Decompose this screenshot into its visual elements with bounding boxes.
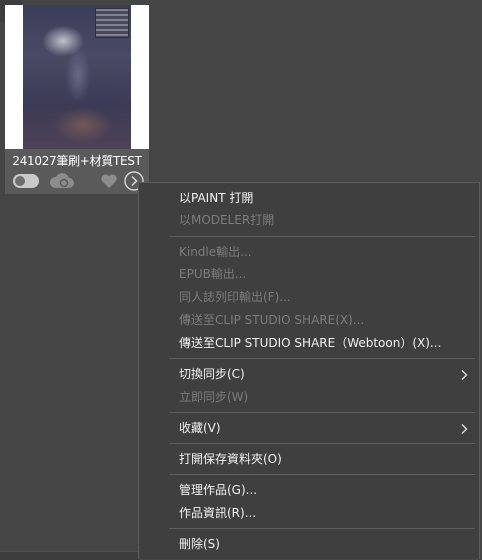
menu-item-sync-now[interactable]: 立即同步(W) xyxy=(179,387,248,407)
menu-item-doujinshi-print-export[interactable]: 同人誌列印輸出(F)... xyxy=(179,287,291,307)
cloud-sync-icon[interactable] xyxy=(47,171,77,191)
menu-item-manage-works[interactable]: 管理作品(G)... xyxy=(179,480,257,500)
chevron-right-icon xyxy=(461,370,468,380)
artwork-thumbnail xyxy=(23,5,131,149)
menu-item-send-to-share[interactable]: 傳送至CLIP STUDIO SHARE(X)... xyxy=(179,310,364,330)
menu-item-open-with-modeler[interactable]: 以MODELER打開 xyxy=(179,210,274,230)
menu-item-toggle-sync[interactable]: 切換同步(C) xyxy=(179,364,245,384)
menu-separator xyxy=(169,358,475,359)
menu-separator xyxy=(169,412,475,413)
heart-icon[interactable] xyxy=(100,172,118,190)
chevron-right-icon xyxy=(461,424,468,434)
menu-separator xyxy=(169,528,475,529)
menu-item-open-with-paint[interactable]: 以PAINT 打開 xyxy=(179,188,253,208)
artwork-title: 241027筆刷+材質TEST xyxy=(12,154,142,168)
menu-item-delete[interactable]: 刪除(S) xyxy=(179,534,220,554)
menu-item-open-save-folder[interactable]: 打開保存資料夾(O) xyxy=(179,449,282,469)
menu-separator xyxy=(169,474,475,475)
artwork-thumbnail-frame[interactable] xyxy=(5,5,149,149)
menu-item-epub-export[interactable]: EPUB輸出... xyxy=(179,264,246,284)
menu-item-kindle-export[interactable]: Kindle輸出... xyxy=(179,242,252,262)
menu-item-favorite[interactable]: 收藏(V) xyxy=(179,418,221,438)
menu-separator xyxy=(169,236,475,237)
thumbnail-reference-overlay xyxy=(95,8,129,38)
artwork-card[interactable]: 241027筆刷+材質TEST xyxy=(0,0,149,194)
context-menu: 以PAINT 打開 以MODELER打開 Kindle輸出... EPUB輸出.… xyxy=(138,182,480,559)
sync-toggle-icon[interactable] xyxy=(13,174,39,188)
menu-separator xyxy=(169,443,475,444)
menu-item-work-info[interactable]: 作品資訊(R)... xyxy=(179,503,256,523)
menu-item-send-to-share-webtoon[interactable]: 傳送至CLIP STUDIO SHARE（Webtoon）(X)... xyxy=(179,333,441,353)
